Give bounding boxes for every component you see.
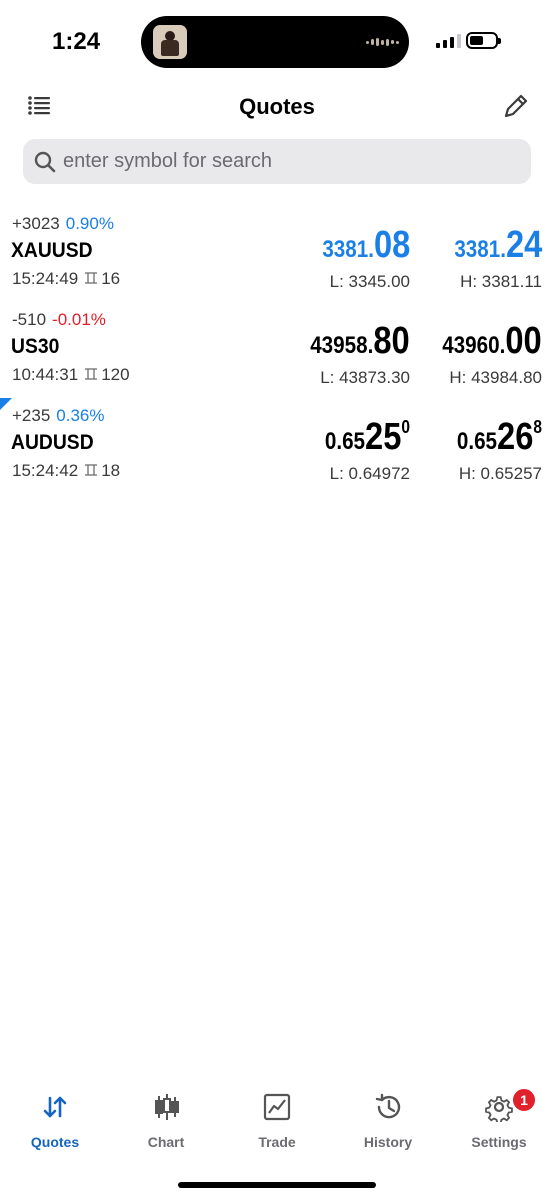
change-percent: 0.36%	[56, 406, 105, 425]
high-price: H: 3381.11	[460, 272, 542, 291]
bid-price[interactable]: 0.65250	[325, 416, 410, 459]
quote-meta: 15:24:49 16	[12, 269, 120, 289]
notification-badge: 1	[511, 1087, 537, 1113]
tab-label: Settings	[471, 1134, 527, 1150]
home-indicator	[178, 1182, 376, 1188]
battery-icon	[466, 32, 501, 49]
spread-icon	[85, 368, 98, 380]
quotes-arrows-icon	[43, 1096, 67, 1118]
bid-price-prefix: 43958.	[310, 332, 374, 359]
low-price: L: 3345.00	[329, 272, 410, 291]
page-title: Quotes	[239, 94, 315, 119]
ask-price-prefix: 3381.	[453, 236, 506, 263]
gear-icon	[485, 1096, 513, 1122]
quote-meta: 15:24:42 18	[12, 461, 120, 481]
quote-row[interactable]: -510 -0.01% US30 10:44:31 120 43958.80 439…	[0, 310, 554, 406]
change-line: +3023 0.90%	[12, 214, 114, 234]
cellular-signal-icon	[436, 34, 461, 48]
bid-price-sup: 0	[401, 417, 410, 437]
change-line: -510 -0.01%	[12, 310, 106, 330]
change-percent: 0.90%	[65, 214, 114, 233]
tab-label: Quotes	[30, 1134, 80, 1150]
quote-row[interactable]: +3023 0.90% XAUUSD 15:24:49 16 3381.08 338…	[0, 214, 554, 310]
change-percent: -0.01%	[52, 310, 106, 329]
tab-quotes[interactable]: Quotes	[0, 1084, 110, 1154]
ask-price-big: 00	[505, 320, 542, 362]
search-input[interactable]	[63, 139, 513, 184]
ask-price-sup: 8	[533, 417, 542, 437]
quote-spread: 18	[101, 461, 121, 480]
tab-label: Chart	[147, 1134, 185, 1150]
quote-meta: 10:44:31 120	[12, 365, 130, 385]
quote-time: 15:24:49	[12, 269, 79, 288]
low-price: L: 0.64972	[329, 464, 410, 483]
change-points: +3023	[12, 214, 60, 233]
header: Quotes	[0, 80, 554, 132]
symbol-name: XAUUSD	[11, 239, 93, 262]
spread-icon	[85, 464, 98, 476]
tab-settings[interactable]: 1 Settings	[444, 1084, 554, 1154]
bid-price-big: 80	[373, 320, 410, 362]
tab-chart[interactable]: Chart	[111, 1084, 221, 1154]
change-line: +235 0.36%	[12, 406, 105, 426]
bid-price-prefix: 0.65	[324, 428, 366, 455]
edit-pencil-icon[interactable]	[502, 92, 532, 122]
tab-label: History	[363, 1134, 413, 1150]
change-points: -510	[12, 310, 47, 329]
bid-price[interactable]: 3381.08	[322, 224, 410, 267]
quote-row[interactable]: +235 0.36% AUDUSD 15:24:42 18 0.65250 0.65…	[0, 406, 554, 502]
quote-spread: 120	[101, 365, 130, 384]
now-playing-artwork	[153, 25, 187, 59]
candlestick-chart-icon	[155, 1094, 179, 1120]
ask-price-big: 26	[497, 416, 534, 458]
status-bar: 1:24	[0, 0, 554, 80]
ask-price[interactable]: 3381.24	[454, 224, 542, 267]
symbol-name: AUDUSD	[11, 431, 94, 454]
ask-price[interactable]: 43960.00	[443, 320, 542, 363]
bid-price-big: 08	[373, 224, 410, 266]
high-price: H: 43984.80	[449, 368, 542, 387]
symbol-name: US30	[11, 335, 60, 358]
quote-time: 15:24:42	[12, 461, 79, 480]
history-clock-icon	[375, 1093, 401, 1119]
quote-spread: 16	[101, 269, 121, 288]
dynamic-island[interactable]	[141, 16, 409, 68]
symbol-search-bar[interactable]	[23, 139, 531, 184]
bottom-tab-bar: Quotes Chart Trade History 1 Settings	[0, 1084, 554, 1164]
status-time: 1:24	[52, 28, 101, 55]
audio-waveform-icon	[366, 38, 399, 46]
change-points: +235	[12, 406, 51, 425]
spread-icon	[85, 272, 98, 284]
bid-price-big: 25	[365, 416, 402, 458]
ask-price[interactable]: 0.65268	[457, 416, 542, 459]
search-icon	[34, 151, 56, 173]
low-price: L: 43873.30	[320, 368, 410, 387]
ask-price-prefix: 0.65	[456, 428, 498, 455]
high-price: H: 0.65257	[458, 464, 542, 483]
bid-price-prefix: 3381.	[321, 236, 374, 263]
quote-time: 10:44:31	[12, 365, 79, 384]
tab-label: Trade	[258, 1134, 296, 1150]
trade-chart-icon	[263, 1093, 291, 1121]
bid-price[interactable]: 43958.80	[311, 320, 410, 363]
tab-history[interactable]: History	[333, 1084, 443, 1154]
ask-price-prefix: 43960.	[442, 332, 506, 359]
tab-trade[interactable]: Trade	[222, 1084, 332, 1154]
ask-price-big: 24	[505, 224, 542, 266]
